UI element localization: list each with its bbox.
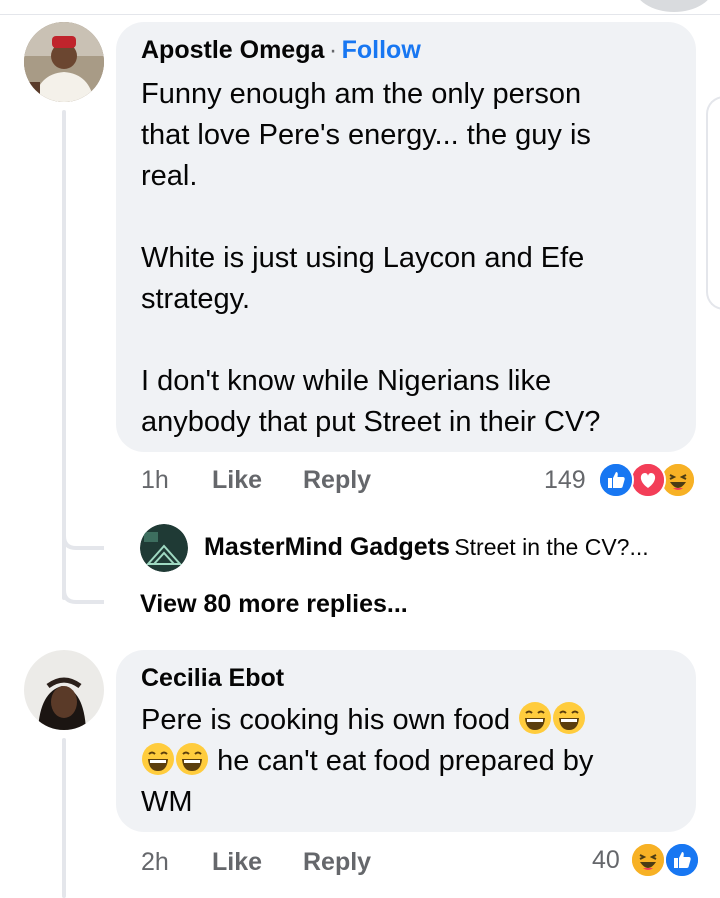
like-icon: [598, 462, 634, 498]
comment-line: White is just using Laycon and Efe: [141, 242, 585, 274]
comment-author[interactable]: Cecilia Ebot: [141, 664, 284, 693]
haha-icon: [630, 842, 666, 878]
top-divider: [0, 14, 720, 15]
comment-time[interactable]: 2h: [141, 848, 169, 877]
reply-button[interactable]: Reply: [303, 848, 371, 877]
thread-branch: [62, 500, 104, 604]
comment-line: strategy.: [141, 283, 251, 315]
comment-line: anybody that put Street in their CV?: [141, 406, 601, 438]
grinning-squinting-face-icon: [519, 702, 552, 734]
reply-preview[interactable]: MasterMind Gadgets Street in the CV?...: [204, 533, 649, 562]
comment-author[interactable]: Apostle Omega: [141, 36, 324, 64]
comment-line: he can't eat food prepared by: [141, 741, 686, 782]
comment-line: that love Pere's energy... the guy is: [141, 119, 591, 151]
reaction-count[interactable]: 40: [592, 846, 620, 875]
reply-author[interactable]: MasterMind Gadgets: [204, 533, 450, 561]
like-button[interactable]: Like: [212, 466, 262, 495]
side-panel-edge: [706, 96, 720, 310]
avatar[interactable]: [24, 650, 104, 730]
comment-text: Funny enough am the only person that lov…: [141, 74, 686, 443]
comment-line: I don't know while Nigerians like: [141, 365, 552, 397]
love-icon: [630, 462, 666, 498]
comment-line-text: Pere is cooking his own food: [141, 704, 511, 736]
separator-dot: ·: [328, 36, 338, 64]
comment-header: Apostle Omega · Follow: [141, 36, 421, 65]
avatar[interactable]: [24, 22, 104, 102]
comment-time[interactable]: 1h: [141, 466, 169, 495]
reply-snippet: Street in the CV?...: [454, 534, 649, 560]
grinning-squinting-face-icon: [142, 743, 174, 775]
comment-line: real.: [141, 160, 198, 192]
comment-line: WM: [141, 786, 193, 818]
reactions[interactable]: [598, 462, 698, 498]
like-icon: [664, 842, 700, 878]
like-button[interactable]: Like: [212, 848, 262, 877]
follow-button[interactable]: Follow: [342, 36, 421, 64]
reactions[interactable]: [630, 842, 700, 878]
comment-line-text: he can't eat food prepared by: [217, 745, 594, 777]
reply-avatar[interactable]: [140, 524, 188, 572]
comment-line: Funny enough am the only person: [141, 78, 582, 110]
comment-text: Pere is cooking his own food he can't ea…: [141, 700, 686, 823]
comment-line: [141, 197, 686, 238]
grinning-squinting-face-icon: [176, 743, 208, 775]
thread-line: [62, 738, 66, 898]
view-more-replies-button[interactable]: View 80 more replies...: [140, 590, 408, 619]
grinning-squinting-face-icon: [553, 702, 586, 734]
partial-avatar: [634, 0, 714, 12]
reply-button[interactable]: Reply: [303, 466, 371, 495]
reaction-count[interactable]: 149: [544, 466, 586, 495]
comment-line: Pere is cooking his own food: [141, 700, 686, 741]
comment-line: [141, 320, 686, 361]
